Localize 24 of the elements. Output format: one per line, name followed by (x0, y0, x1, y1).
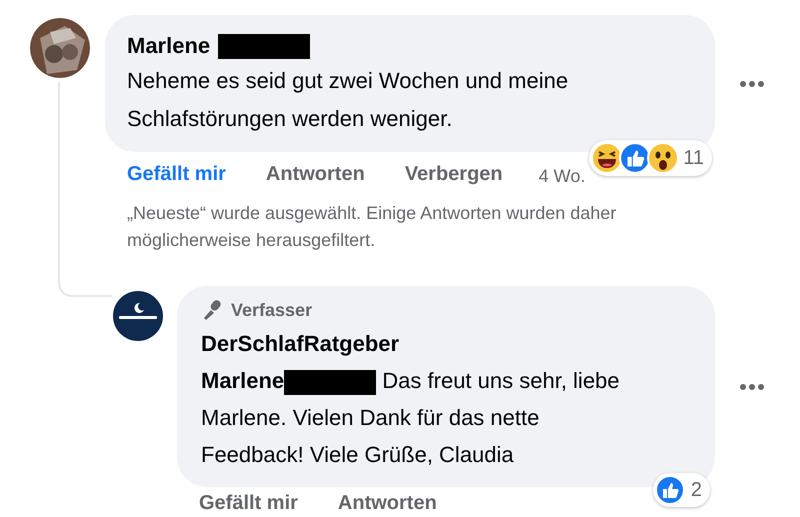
reaction-summary[interactable]: 2 (652, 473, 710, 507)
mention-link[interactable]: Marlene (201, 368, 284, 393)
surprised-face-icon (647, 142, 680, 174)
reaction-count: 11 (683, 146, 704, 171)
action-link[interactable]: Antworten (338, 489, 437, 517)
reaction-summary[interactable]: 11 (589, 140, 712, 176)
more-options-icon[interactable] (739, 80, 765, 88)
author-role-label: Verfasser (231, 299, 312, 322)
author-name[interactable]: DerSchlafRatgeber (201, 326, 691, 362)
page-avatar[interactable] (113, 291, 163, 341)
author-name[interactable]: Marlene (127, 30, 210, 62)
reaction-count: 2 (690, 478, 702, 503)
action-link[interactable]: Antworten (266, 160, 365, 188)
action-link[interactable]: Gefällt mir (199, 489, 298, 517)
timestamp[interactable]: 4 Wo. (538, 162, 586, 190)
comment-text: Neheme es seid gut zwei Wochen und meine Schlafstörungen werden weniger. (127, 67, 570, 133)
microphone-icon (201, 299, 223, 321)
more-options-icon[interactable] (739, 382, 765, 390)
reply-text: Marlene Das freut uns sehr, liebe Marlene. Vielen Dank für das nette Feedback! Viele Grüße, Claudia (201, 367, 621, 469)
action-link[interactable]: Gefällt mir (127, 160, 226, 188)
action-link[interactable]: Verbergen (404, 160, 503, 188)
avatar[interactable] (30, 18, 90, 78)
filter-notice: „Neueste“ wurde ausgewählt. Einige Antworten wurden daher möglicherweise herausgefiltert. (126, 202, 618, 252)
thumbs-up-icon (654, 475, 685, 505)
